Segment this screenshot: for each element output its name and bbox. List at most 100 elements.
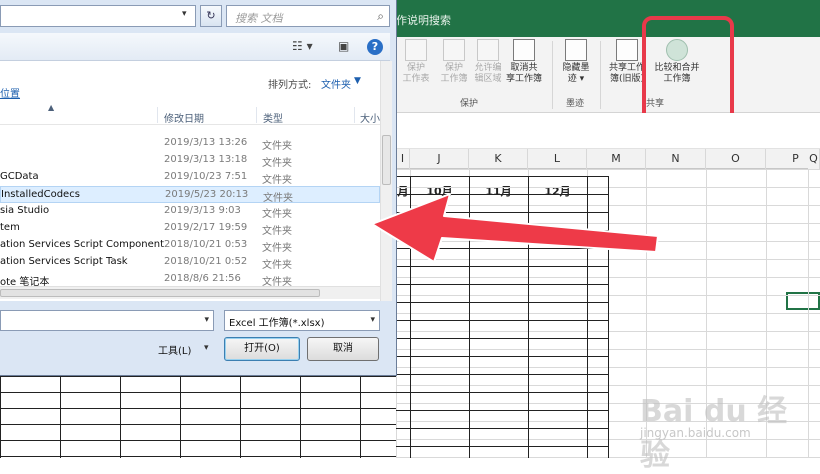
file-name: sia Studio [0, 205, 50, 216]
sort-up-icon: ▲ [48, 103, 55, 112]
grid-line [396, 169, 820, 170]
address-bar[interactable] [0, 5, 196, 27]
file-list: 位置 排列方式: 文件夹 ▼ ▲ 修改日期 类型 大小 2019/3/13 13… [0, 61, 390, 301]
column-header[interactable]: N [646, 149, 706, 169]
file-type: 文件夹 [262, 158, 292, 169]
tools-menu[interactable]: 工具(L) [158, 342, 191, 357]
table-border [396, 320, 608, 321]
column-header[interactable]: Q [808, 149, 820, 169]
file-row[interactable]: 2019/3/13 13:26 文件夹 [0, 135, 380, 152]
horizontal-scrollbar[interactable] [0, 286, 380, 299]
table-border [396, 428, 608, 429]
refresh-button[interactable]: ↻ [200, 5, 222, 27]
file-date: 2018/8/6 21:56 [164, 273, 241, 284]
protect-sheet-icon [405, 39, 427, 61]
search-input[interactable]: 搜索 文档 ⌕ [226, 5, 390, 27]
protect-sheet-button[interactable]: 保护 工作表 [396, 39, 436, 85]
column-header[interactable]: K [469, 149, 528, 169]
open-file-dialog: ▾ ↻ 搜索 文档 ⌕ ☷ ▾ ▣ ? 位置 排列方式: 文件夹 ▼ ▲ 修改日… [0, 0, 397, 376]
column-divider [256, 107, 257, 123]
view-options-icon[interactable]: ☷ ▾ [292, 39, 313, 55]
preview-pane-icon[interactable]: ▣ [338, 39, 349, 55]
file-date: 2019/2/17 19:59 [164, 222, 248, 233]
column-header[interactable]: L [528, 149, 587, 169]
column-divider [157, 107, 158, 123]
column-header[interactable]: I [396, 149, 410, 169]
hide-ink-button[interactable]: 隐藏墨 迹 ▾ [556, 39, 596, 85]
dialog-toolbar: ☷ ▾ ▣ ? [0, 33, 390, 61]
chevron-down-icon[interactable]: ▾ [182, 9, 187, 19]
chevron-down-icon[interactable]: ▼ [354, 76, 361, 86]
file-name: ation Services Script Component [0, 239, 165, 250]
ribbon-title-bar: 作说明搜索 [396, 0, 820, 37]
file-date: 2019/5/23 20:13 [165, 189, 249, 200]
formula-bar[interactable] [396, 113, 820, 149]
column-headers: I J K L M N O P [396, 149, 820, 169]
column-header[interactable]: J [410, 149, 469, 169]
scroll-thumb[interactable] [382, 135, 391, 185]
file-row-selected[interactable]: InstalledCodecs 2019/5/23 20:13 文件夹 [0, 186, 380, 204]
ribbon-separator [600, 41, 601, 109]
file-row[interactable]: 2019/3/13 13:18 文件夹 [0, 152, 380, 169]
review-ribbon: 保护 工作表 保护 工作簿 允许编 辑区域 取消共 享工作簿 保护 隐藏墨 迹 … [396, 37, 820, 113]
table-border [396, 356, 608, 357]
file-name: InstalledCodecs [1, 189, 80, 200]
annotation-arrow [371, 193, 659, 263]
file-type-value: Excel 工作簿(*.xlsx) [229, 318, 325, 329]
table-border [396, 374, 608, 375]
file-type: 文件夹 [262, 260, 292, 271]
baidu-watermark: Bai du 经验 jingyan.baidu.com [640, 372, 816, 473]
file-type: 文件夹 [262, 209, 292, 220]
search-icon: ⌕ [377, 9, 384, 23]
file-date: 2018/10/21 0:52 [164, 256, 248, 267]
file-row[interactable]: GCData 2019/10/23 7:51 文件夹 [0, 169, 380, 186]
group-protect-label: 保护 [460, 99, 479, 109]
file-name: tem [0, 222, 20, 233]
file-row[interactable]: ation Services Script Component 2018/10/… [0, 237, 380, 254]
table-border [396, 338, 608, 339]
table-border [396, 302, 608, 303]
unshare-workbook-button[interactable]: 取消共 享工作簿 [502, 39, 546, 85]
file-name-input[interactable]: ▾ [0, 310, 214, 331]
chevron-down-icon[interactable]: ▾ [370, 315, 375, 325]
help-icon[interactable]: ? [367, 39, 383, 55]
sort-dropdown[interactable]: 文件夹 [321, 76, 351, 91]
file-type-select[interactable]: Excel 工作簿(*.xlsx) ▾ [224, 310, 380, 331]
scroll-thumb[interactable] [0, 289, 320, 297]
cancel-button[interactable]: 取消 [307, 337, 379, 361]
column-header[interactable]: O [706, 149, 766, 169]
file-name: ation Services Script Task [0, 256, 128, 267]
column-modified-date[interactable]: 修改日期 [164, 110, 204, 125]
column-size[interactable]: 大小 [360, 110, 380, 125]
file-name: GCData [0, 171, 39, 182]
group-ink-label: 墨迹 [566, 99, 585, 109]
file-row[interactable]: tem 2019/2/17 19:59 文件夹 [0, 220, 380, 237]
file-type: 文件夹 [263, 193, 293, 204]
search-placeholder: 搜索 文档 [235, 12, 283, 25]
tell-me-box[interactable]: 作说明搜索 [396, 12, 451, 28]
file-date: 2019/3/13 9:03 [164, 205, 241, 216]
library-link[interactable]: 位置 [0, 85, 20, 100]
table-border [396, 392, 608, 393]
file-type: 文件夹 [262, 175, 292, 186]
sheet-grid-lower[interactable] [0, 376, 396, 458]
protect-workbook-icon [443, 39, 465, 61]
table-border [396, 410, 608, 411]
allow-edit-ranges-icon [477, 39, 499, 61]
column-divider [354, 107, 355, 123]
column-type[interactable]: 类型 [263, 110, 283, 125]
file-type: 文件夹 [262, 141, 292, 152]
sort-label: 排列方式: [268, 80, 312, 91]
column-header[interactable]: M [587, 149, 646, 169]
chevron-down-icon[interactable]: ▾ [204, 343, 209, 353]
chevron-down-icon[interactable]: ▾ [204, 315, 209, 325]
table-border [396, 284, 608, 285]
file-list-header: ▲ 修改日期 类型 大小 [0, 103, 380, 125]
ink-pen-icon [565, 39, 587, 61]
unshare-workbook-icon [513, 39, 535, 61]
file-row[interactable]: ation Services Script Task 2018/10/21 0:… [0, 254, 380, 271]
open-button[interactable]: 打开(O) [224, 337, 300, 361]
file-date: 2018/10/21 0:53 [164, 239, 248, 250]
file-row[interactable]: sia Studio 2019/3/13 9:03 文件夹 [0, 203, 380, 220]
file-type: 文件夹 [262, 226, 292, 237]
